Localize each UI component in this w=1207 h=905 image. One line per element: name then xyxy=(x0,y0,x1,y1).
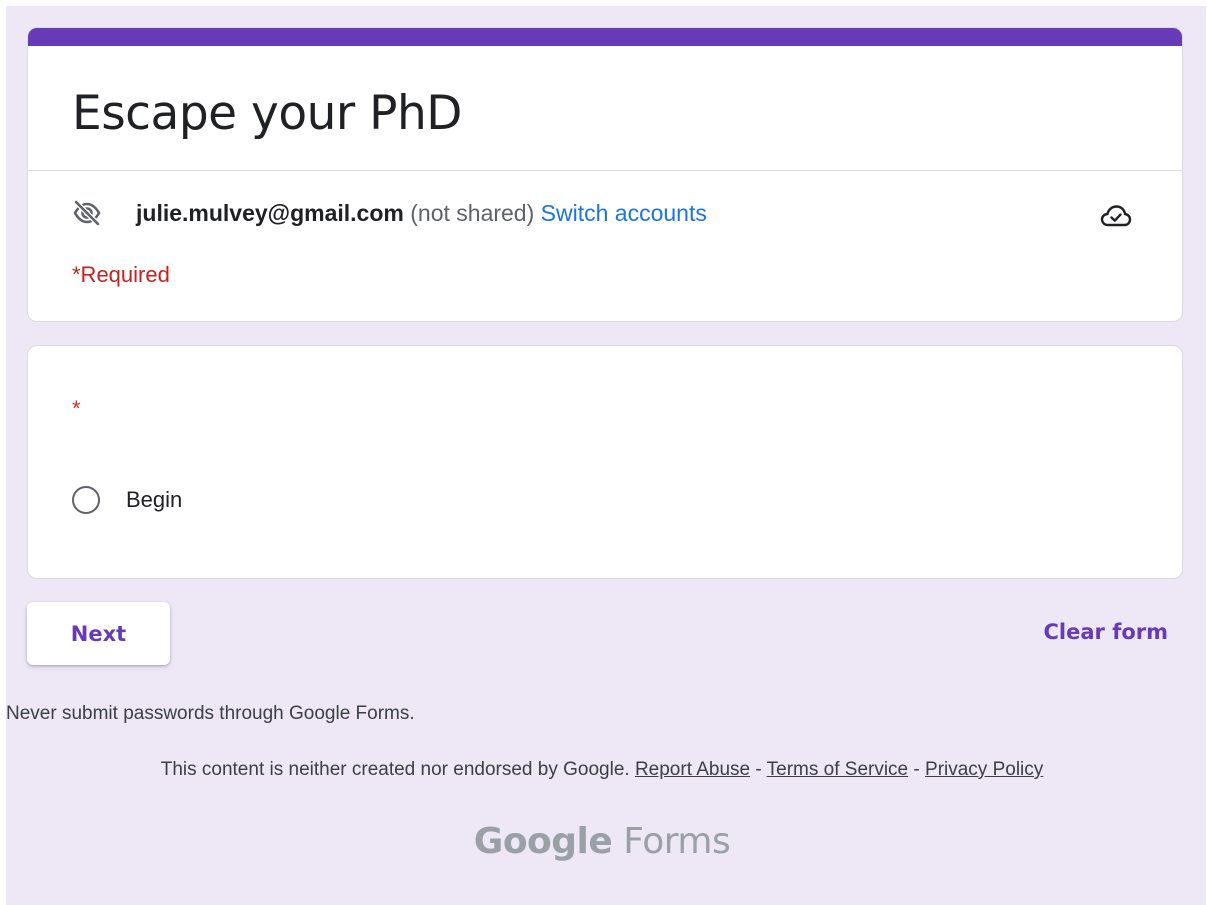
footer-separator: - xyxy=(913,759,920,780)
form-page: Escape your PhD julie.mulvey@gmail.com (… xyxy=(6,6,1206,905)
terms-of-service-link[interactable]: Terms of Service xyxy=(767,759,908,780)
cloud-check-icon xyxy=(1100,205,1132,227)
report-abuse-link[interactable]: Report Abuse xyxy=(635,759,750,780)
question-card: * Begin xyxy=(27,345,1183,579)
google-forms-logo[interactable]: Google Forms xyxy=(6,821,1198,862)
header-accent-bar xyxy=(28,28,1182,46)
privacy-policy-link[interactable]: Privacy Policy xyxy=(925,759,1043,780)
logo-product: Forms xyxy=(623,821,731,862)
account-shared-status: (not shared) xyxy=(410,200,535,226)
radio-option-begin[interactable]: Begin xyxy=(72,482,182,518)
account-info: julie.mulvey@gmail.com (not shared) Swit… xyxy=(136,200,707,227)
form-header-card: Escape your PhD julie.mulvey@gmail.com (… xyxy=(27,27,1183,322)
form-title: Escape your PhD xyxy=(72,86,462,141)
disclaimer: This content is neither created nor endo… xyxy=(6,759,1198,781)
radio-label: Begin xyxy=(126,487,183,512)
footer-separator: - xyxy=(755,759,762,780)
clear-form-button[interactable]: Clear form xyxy=(1044,620,1169,644)
required-asterisk: * xyxy=(72,396,81,421)
password-warning: Never submit passwords through Google Fo… xyxy=(6,703,415,724)
account-email: julie.mulvey@gmail.com xyxy=(136,200,404,226)
logo-brand: Google xyxy=(473,821,613,862)
eye-off-icon xyxy=(73,200,101,226)
switch-accounts-link[interactable]: Switch accounts xyxy=(541,200,707,226)
header-divider xyxy=(28,170,1182,171)
next-button[interactable]: Next xyxy=(27,602,170,665)
required-note: *Required xyxy=(72,262,170,287)
radio-button[interactable] xyxy=(72,486,100,514)
disclaimer-text: This content is neither created nor endo… xyxy=(160,759,630,780)
